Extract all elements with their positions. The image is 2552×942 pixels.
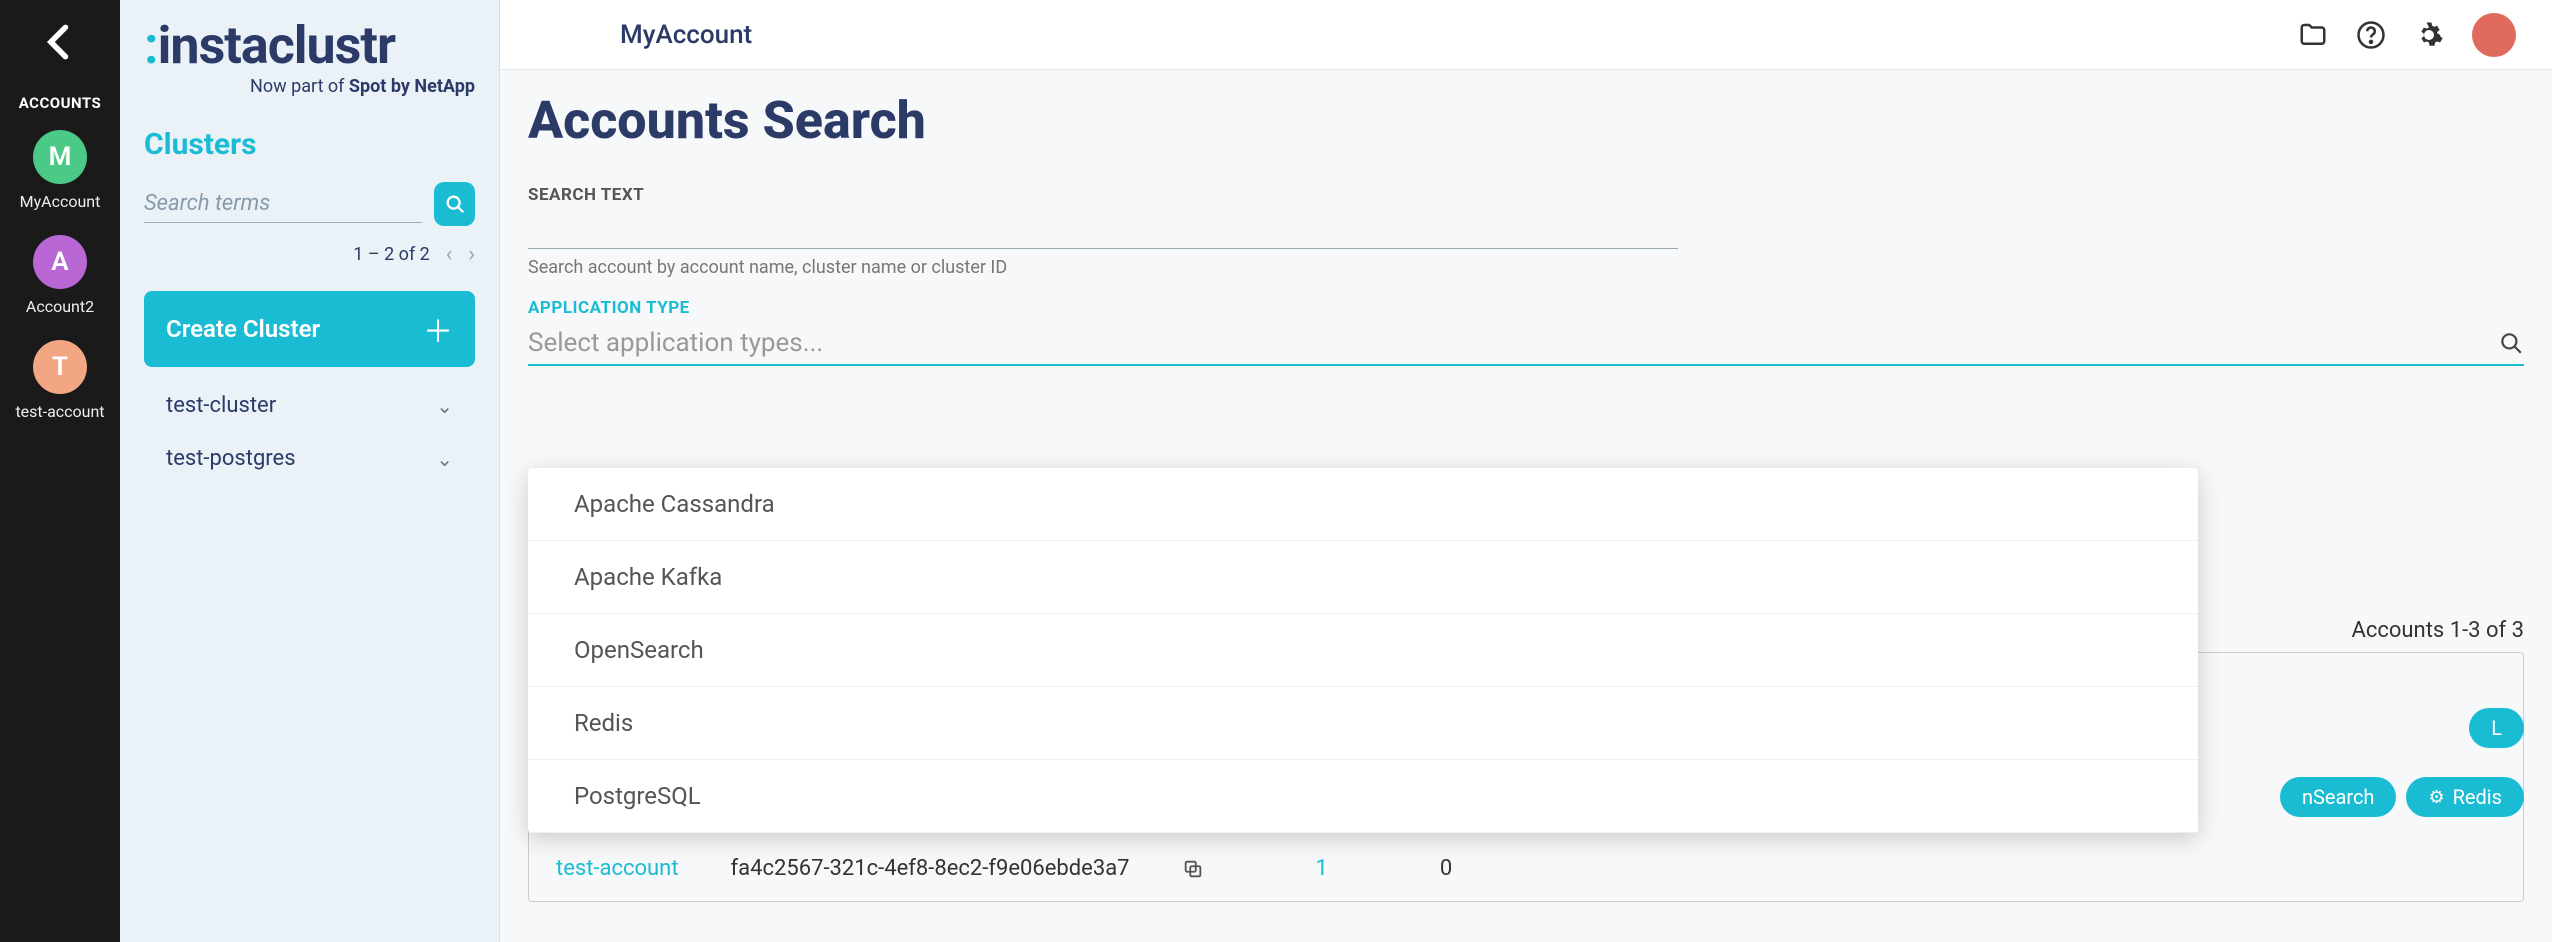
cluster-item[interactable]: test-postgres ⌄ [144,432,475,485]
application-type-select[interactable] [528,322,2524,366]
rail-account-test-account[interactable]: T test-account [15,340,104,421]
rail-account-myaccount[interactable]: M MyAccount [20,130,101,211]
app-pill-row: nSearch ⚙Redis [2270,777,2524,817]
topbar-icons [2298,13,2516,57]
dropdown-option-opensearch[interactable]: OpenSearch [528,614,2198,687]
cluster-name: test-cluster [166,393,276,418]
dropdown-option-cassandra[interactable]: Apache Cassandra [528,468,2198,541]
running-count: 0 [1440,856,1452,881]
sidebar: :instaclustr Now part of Spot by NetApp … [120,0,500,942]
search-text-helper: Search account by account name, cluster … [528,257,2524,278]
chevron-down-icon: ⌄ [436,447,453,471]
accounts-rail: ACCOUNTS M MyAccount A Account2 T test-a… [0,0,120,942]
main-area: MyAccount Accounts Search SEARCH TEXT Se… [500,0,2552,942]
topbar-title: MyAccount [620,20,752,50]
gear-icon: ⚙ [2428,787,2444,808]
clusters-count-link[interactable]: 1 [1316,856,1328,881]
create-cluster-button[interactable]: Create Cluster ＋ [144,291,475,367]
account-name-link[interactable]: test-account [556,856,679,881]
app-pill[interactable]: L [2469,708,2524,748]
avatar: M [33,130,87,184]
sidebar-search-input[interactable] [144,185,422,223]
create-cluster-label: Create Cluster [166,315,320,343]
folder-icon[interactable] [2298,20,2328,50]
application-type-group: APPLICATION TYPE [528,298,2524,366]
sidebar-search-button[interactable] [434,182,475,226]
brand-logo: :instaclustr [144,20,475,72]
sidebar-heading: Clusters [144,127,475,162]
rail-account-name: test-account [15,402,104,421]
search-icon[interactable] [2498,330,2524,356]
cluster-item[interactable]: test-cluster ⌄ [144,379,475,432]
back-chevron-icon[interactable] [38,20,82,64]
search-text-group: SEARCH TEXT Search account by account na… [528,185,2524,278]
dropdown-option-kafka[interactable]: Apache Kafka [528,541,2198,614]
gear-icon[interactable] [2414,20,2444,50]
rail-account-name: Account2 [26,297,94,316]
cluster-name: test-postgres [166,446,296,471]
user-avatar[interactable] [2472,13,2516,57]
chevron-down-icon: ⌄ [436,394,453,418]
search-text-input[interactable] [528,209,1678,249]
pager-text: 1 – 2 of 2 [353,244,430,265]
app-pill-opensearch[interactable]: nSearch [2280,777,2396,817]
topbar: MyAccount [500,0,2552,70]
table-row: test-account fa4c2567-321c-4ef8-8ec2-f9e… [556,856,1452,881]
pager-prev-icon[interactable]: ‹ [446,242,453,267]
application-type-label: APPLICATION TYPE [528,298,2524,318]
account-id: fa4c2567-321c-4ef8-8ec2-f9e06ebde3a7 [731,856,1130,881]
results-count: Accounts 1-3 of 3 [2352,618,2552,643]
rail-section-label: ACCOUNTS [19,94,102,112]
dropdown-option-redis[interactable]: Redis [528,687,2198,760]
rail-account-account2[interactable]: A Account2 [26,235,94,316]
sidebar-search-row [144,182,475,226]
page-title: Accounts Search [528,90,2524,151]
application-type-input[interactable] [528,328,2498,358]
dropdown-option-postgresql[interactable]: PostgreSQL [528,760,2198,833]
brand-block: :instaclustr Now part of Spot by NetApp [144,20,475,97]
content: Accounts Search SEARCH TEXT Search accou… [500,70,2552,942]
copy-icon[interactable] [1182,858,1204,880]
avatar: A [33,235,87,289]
sidebar-pager: 1 – 2 of 2 ‹ › [144,242,475,267]
plus-icon: ＋ [423,307,453,351]
search-text-label: SEARCH TEXT [528,185,2524,205]
app-pill-redis[interactable]: ⚙Redis [2406,777,2524,817]
app-pill-partial: L [2459,708,2524,748]
rail-account-name: MyAccount [20,192,101,211]
brand-tagline: Now part of Spot by NetApp [144,76,475,97]
avatar: T [33,340,87,394]
pager-next-icon[interactable]: › [468,242,475,267]
application-type-dropdown: Apache Cassandra Apache Kafka OpenSearch… [528,468,2198,833]
help-icon[interactable] [2356,20,2386,50]
